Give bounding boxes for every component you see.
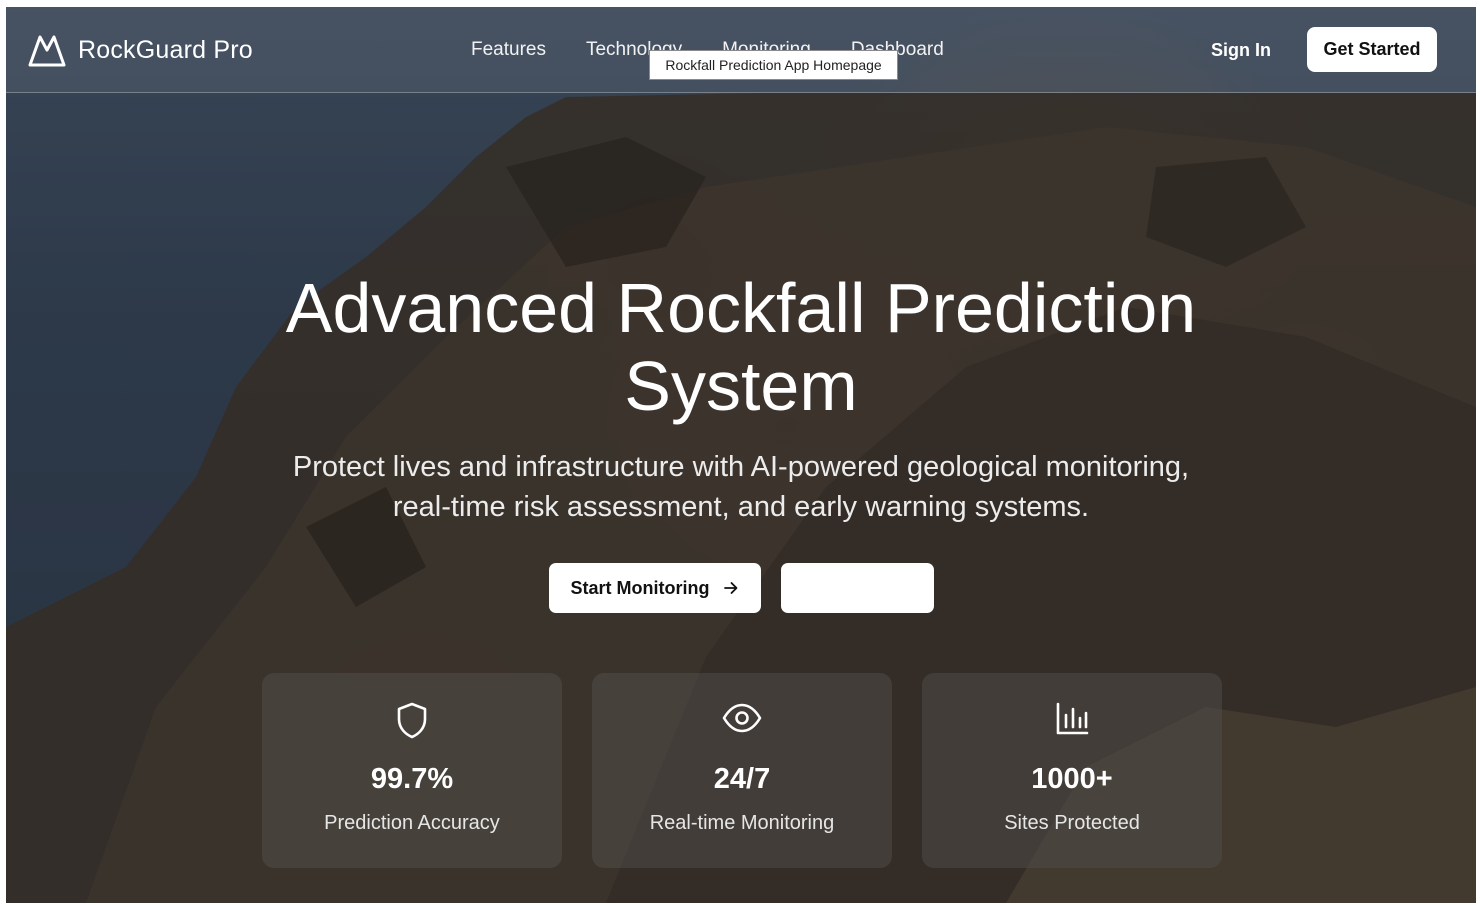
stat-value: 24/7 bbox=[713, 763, 771, 795]
hero-subtitle-line2: real-time risk assessment, and early war… bbox=[392, 491, 1090, 523]
hero-title-line2: System bbox=[624, 347, 858, 425]
start-monitoring-label: Start Monitoring bbox=[570, 577, 710, 598]
hero-title-line1: Advanced Rockfall Prediction bbox=[285, 269, 1197, 347]
arrow-right-icon bbox=[724, 582, 738, 594]
bar-chart-icon bbox=[1056, 702, 1089, 735]
nav-link-features[interactable]: Features bbox=[471, 39, 546, 61]
get-started-button[interactable]: Get Started bbox=[1307, 27, 1437, 72]
start-monitoring-button[interactable]: Start Monitoring bbox=[549, 563, 761, 613]
stat-card-monitoring: 24/7 Real-time Monitoring bbox=[592, 673, 892, 868]
stat-value: 99.7% bbox=[370, 763, 454, 795]
stat-card-sites: 1000+ Sites Protected bbox=[922, 673, 1222, 868]
hero-title: Advanced Rockfall Prediction System bbox=[6, 269, 1476, 425]
eye-icon bbox=[722, 703, 762, 733]
secondary-button[interactable] bbox=[781, 563, 934, 613]
shield-icon bbox=[397, 702, 427, 739]
hero-subtitle-line1: Protect lives and infrastructure with AI… bbox=[292, 451, 1190, 483]
sign-in-link[interactable]: Sign In bbox=[1211, 40, 1271, 61]
tooltip: Rockfall Prediction App Homepage bbox=[649, 50, 898, 80]
hero-subtitle: Protect lives and infrastructure with AI… bbox=[241, 447, 1241, 527]
stat-value: 1000+ bbox=[1031, 763, 1113, 795]
stat-label: Real-time Monitoring bbox=[649, 812, 835, 834]
brand-logo[interactable]: RockGuard Pro bbox=[28, 32, 253, 68]
stat-label: Sites Protected bbox=[1004, 812, 1140, 834]
brand-name: RockGuard Pro bbox=[78, 35, 253, 64]
page-frame: RockGuard Pro Features Technology Monito… bbox=[6, 7, 1476, 903]
stat-card-accuracy: 99.7% Prediction Accuracy bbox=[262, 673, 562, 868]
stat-label: Prediction Accuracy bbox=[324, 812, 500, 834]
mountain-icon bbox=[28, 35, 66, 67]
